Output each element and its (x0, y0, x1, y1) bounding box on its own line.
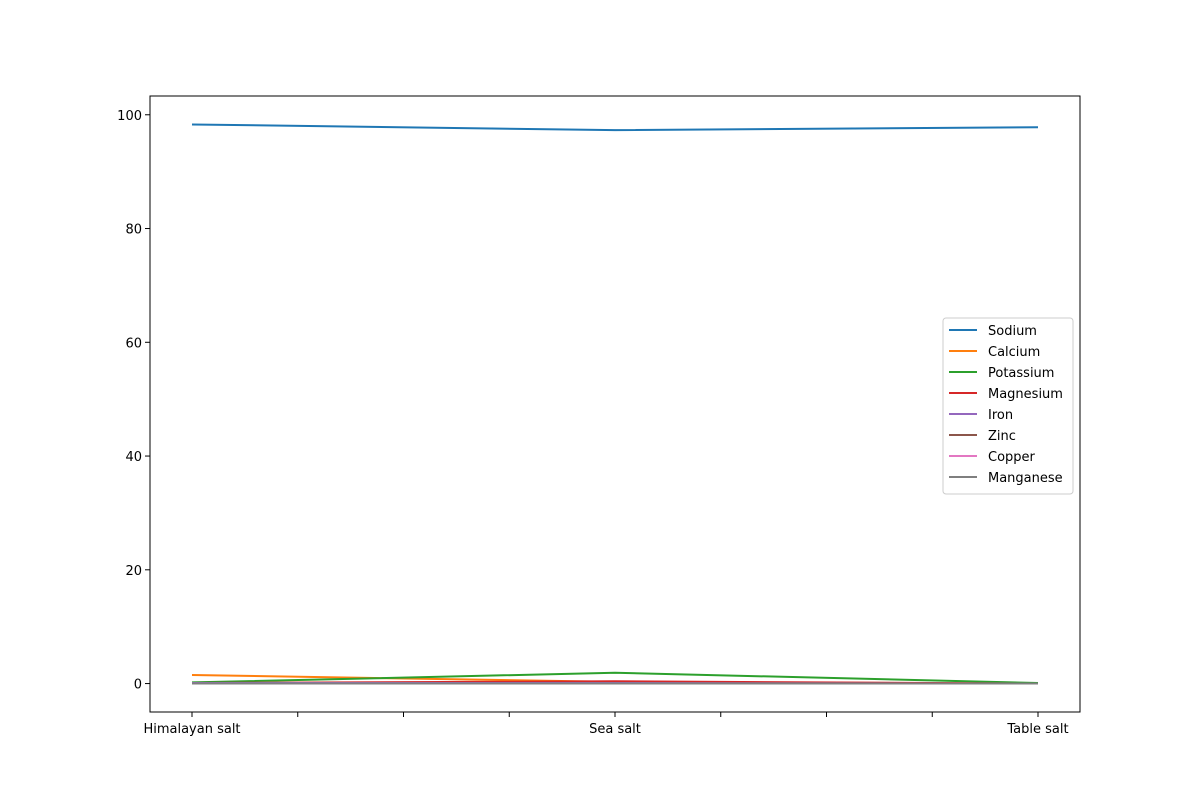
legend-label-iron: Iron (988, 408, 1013, 423)
x-tick-label: Table salt (1006, 722, 1068, 737)
x-axis: Himalayan salt Sea salt Table salt (143, 712, 1069, 737)
plot-background (150, 96, 1080, 712)
line-chart: 0 20 40 60 80 100 Himalayan salt Sea salt Table… (117, 95, 1081, 737)
y-tick-label: 60 (125, 336, 142, 351)
legend-label-magnesium: Magnesium (988, 387, 1063, 402)
x-tick-label: Sea salt (589, 722, 641, 737)
legend-label-manganese: Manganese (988, 471, 1063, 486)
legend-label-copper: Copper (988, 450, 1036, 465)
y-tick-label: 20 (125, 564, 142, 579)
legend: Sodium Calcium Potassium Magnesium Iron Zinc C… (942, 317, 1074, 495)
legend-label-sodium: Sodium (988, 324, 1037, 339)
legend-label-potassium: Potassium (988, 366, 1054, 381)
legend-label-zinc: Zinc (988, 429, 1016, 444)
y-tick-label: 0 (134, 678, 142, 693)
y-tick-label: 40 (125, 450, 142, 465)
x-tick-label: Himalayan salt (143, 722, 240, 737)
legend-label-calcium: Calcium (988, 345, 1040, 360)
y-tick-label: 80 (125, 223, 142, 238)
y-tick-label: 100 (117, 109, 142, 124)
y-axis: 0 20 40 60 80 100 (117, 109, 150, 693)
